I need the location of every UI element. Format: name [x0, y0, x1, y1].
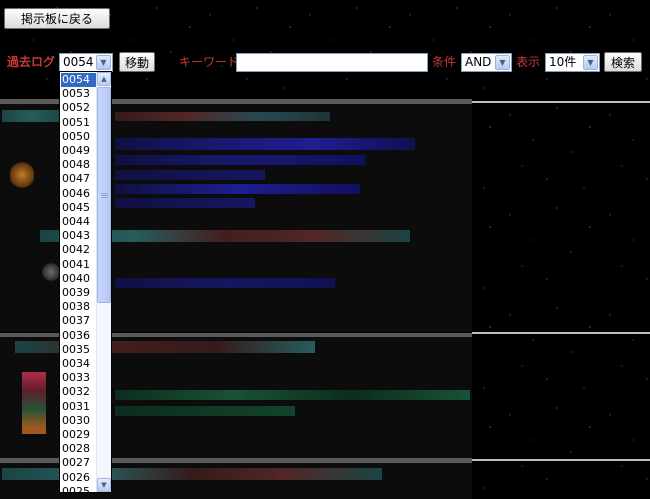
blurred-post-body — [115, 170, 265, 180]
divider-line — [472, 101, 650, 103]
dropdown-option[interactable]: 0050 — [61, 130, 99, 144]
blurred-avatar — [22, 372, 46, 434]
dropdown-option[interactable]: 0044 — [61, 215, 99, 229]
dropdown-option[interactable]: 0030 — [61, 414, 99, 428]
chevron-down-icon[interactable]: ▼ — [583, 55, 598, 70]
past-log-label: 過去ログ — [7, 55, 56, 69]
dropdown-option[interactable]: 0045 — [61, 201, 99, 215]
dropdown-option[interactable]: 0049 — [61, 144, 99, 158]
dropdown-option[interactable]: 0037 — [61, 314, 99, 328]
keyword-input[interactable] — [236, 53, 428, 72]
blurred-post-meta — [115, 112, 330, 121]
dropdown-option[interactable]: 0033 — [61, 371, 99, 385]
chevron-down-icon[interactable]: ▼ — [96, 55, 111, 70]
blurred-post-body — [115, 198, 255, 208]
condition-select-value: AND — [465, 55, 492, 69]
past-log-select[interactable]: 0054 ▼ — [59, 53, 113, 72]
blurred-post-body — [115, 390, 470, 400]
blurred-post-body — [115, 155, 365, 165]
dropdown-option[interactable]: 0047 — [61, 172, 99, 186]
dropdown-option[interactable]: 0034 — [61, 357, 99, 371]
dropdown-option[interactable]: 0029 — [61, 428, 99, 442]
dropdown-option[interactable]: 0038 — [61, 300, 99, 314]
blurred-avatar — [42, 262, 60, 282]
dropdown-option[interactable]: 0039 — [61, 286, 99, 300]
dropdown-option[interactable]: 0041 — [61, 258, 99, 272]
blurred-post-body — [115, 406, 295, 416]
dropdown-option[interactable]: 0054 — [61, 73, 99, 87]
dropdown-option[interactable]: 0046 — [61, 187, 99, 201]
dropdown-option[interactable]: 0043 — [61, 229, 99, 243]
dropdown-scrollbar[interactable]: ▲ ▼ — [96, 72, 111, 492]
dropdown-option[interactable]: 0042 — [61, 243, 99, 257]
dropdown-option[interactable]: 0048 — [61, 158, 99, 172]
condition-label: 条件 — [432, 55, 457, 69]
dropdown-option[interactable]: 0026 — [61, 471, 99, 485]
dropdown-option[interactable]: 0032 — [61, 385, 99, 399]
blurred-post-body — [115, 184, 360, 194]
dropdown-option[interactable]: 0040 — [61, 272, 99, 286]
display-count-select[interactable]: 10件 ▼ — [545, 53, 600, 72]
display-label: 表示 — [516, 55, 541, 69]
scrollbar-thumb[interactable] — [97, 87, 111, 303]
dropdown-option[interactable]: 0028 — [61, 442, 99, 456]
blurred-post-title — [2, 110, 62, 122]
move-button[interactable]: 移動 — [119, 52, 155, 72]
divider-line — [472, 459, 650, 461]
chevron-up-icon[interactable]: ▲ — [97, 72, 111, 86]
blurred-reply-body — [115, 278, 335, 288]
dropdown-option[interactable]: 0053 — [61, 87, 99, 101]
blurred-post-body — [115, 138, 415, 150]
display-count-select-value: 10件 — [549, 55, 577, 69]
dropdown-option[interactable]: 0027 — [61, 456, 99, 470]
dropdown-option[interactable]: 0031 — [61, 400, 99, 414]
condition-select[interactable]: AND ▼ — [461, 53, 512, 72]
dropdown-option[interactable]: 0052 — [61, 101, 99, 115]
dropdown-option[interactable]: 0051 — [61, 116, 99, 130]
blurred-avatar — [10, 160, 34, 190]
dropdown-option[interactable]: 0035 — [61, 343, 99, 357]
past-log-dropdown-list[interactable]: 0054 0053 0052 0051 0050 0049 0048 0047 0046 0045… — [59, 71, 112, 493]
dropdown-option[interactable]: 0025 — [61, 485, 99, 492]
back-to-board-button[interactable]: 掲示板に戻る — [4, 8, 110, 29]
chevron-down-icon[interactable]: ▼ — [495, 55, 510, 70]
chevron-down-icon[interactable]: ▼ — [97, 478, 111, 492]
search-button[interactable]: 検索 — [604, 52, 642, 72]
divider-line — [472, 332, 650, 334]
dropdown-option[interactable]: 0036 — [61, 329, 99, 343]
keyword-label: キーワード — [179, 55, 240, 69]
past-log-select-value: 0054 — [63, 55, 94, 69]
